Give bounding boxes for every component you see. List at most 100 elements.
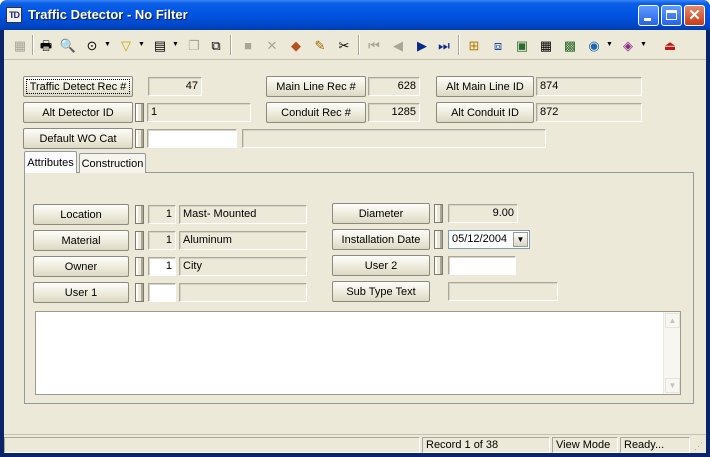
maximize-button[interactable] (661, 5, 682, 26)
memo-textarea[interactable]: ▲ ▼ (35, 311, 681, 395)
lock-icon[interactable] (135, 231, 144, 250)
new-record-dropdown-icon[interactable]: ▼ (172, 41, 179, 48)
lock-icon[interactable] (135, 103, 144, 122)
location-button[interactable]: Location (33, 204, 129, 225)
calculator-icon[interactable]: ▦ (536, 35, 556, 55)
first-record-icon[interactable]: ⏮ (364, 35, 384, 55)
material-button[interactable]: Material (33, 230, 129, 251)
binoculars-dropdown-icon[interactable]: ▼ (104, 41, 111, 48)
sub-type-text-field (448, 282, 558, 301)
default-wo-cat-button[interactable]: Default WO Cat (23, 128, 133, 149)
globe-icon[interactable]: ◉ (584, 35, 604, 55)
hierarchy-icon[interactable]: ⊞ (464, 35, 484, 55)
minimize-icon (644, 18, 651, 21)
books-dropdown-icon[interactable]: ▼ (640, 41, 647, 48)
last-record-icon[interactable]: ⏭ (434, 35, 454, 55)
user1-code-field[interactable] (148, 283, 176, 302)
tab-attributes[interactable]: Attributes (24, 151, 77, 173)
alt-conduit-id-button[interactable]: Alt Conduit ID (436, 102, 534, 123)
lock-icon[interactable] (434, 204, 443, 223)
save-icon[interactable]: ■ (238, 35, 258, 55)
lock-icon[interactable] (434, 256, 443, 275)
user2-button[interactable]: User 2 (332, 255, 430, 276)
installation-date-button[interactable]: Installation Date (332, 229, 430, 250)
toolbar-separator (458, 35, 460, 55)
alt-conduit-id-field: 872 (536, 103, 642, 122)
edit-icon[interactable]: ✎ (310, 35, 330, 55)
minimize-button[interactable] (638, 5, 659, 26)
user2-field[interactable] (448, 256, 516, 275)
user1-button[interactable]: User 1 (33, 282, 129, 303)
main-line-rec-button[interactable]: Main Line Rec # (266, 76, 366, 97)
location-code-field[interactable]: 1 (148, 205, 176, 224)
cut-icon[interactable]: ✂ (334, 35, 354, 55)
binoculars-icon[interactable]: ⊙ (82, 35, 102, 55)
scroll-up-icon[interactable]: ▲ (665, 313, 680, 328)
exit-icon[interactable]: ⏏ (660, 35, 680, 55)
alt-detector-id-button[interactable]: Alt Detector ID (23, 102, 133, 123)
traffic-detect-rec-field: 47 (148, 77, 202, 96)
grid-icon[interactable]: ▦ (10, 35, 30, 55)
scroll-down-icon[interactable]: ▼ (665, 378, 680, 393)
next-record-icon[interactable]: ▶ (412, 35, 432, 55)
status-pane-empty (4, 437, 420, 453)
app-icon[interactable]: TD (6, 7, 22, 23)
user1-text-field (179, 283, 307, 302)
owner-button[interactable]: Owner (33, 256, 129, 277)
material-code-field[interactable]: 1 (148, 231, 176, 250)
spatial-icon[interactable]: ◆ (286, 35, 306, 55)
lock-icon[interactable] (434, 230, 443, 249)
delete-icon[interactable]: ✕ (262, 35, 282, 55)
filter-icon[interactable]: ▽ (116, 35, 136, 55)
toolbar-separator (358, 35, 360, 55)
copy-icon[interactable]: ❐ (184, 35, 204, 55)
location-text-field: Mast- Mounted (179, 205, 307, 224)
previous-record-icon[interactable]: ◀ (388, 35, 408, 55)
installation-date-picker[interactable]: 05/12/2004 ▼ (448, 230, 530, 249)
status-record-count: Record 1 of 38 (422, 437, 550, 453)
material-text-field: Aluminum (179, 231, 307, 250)
sub-type-text-button[interactable]: Sub Type Text (332, 281, 430, 302)
map-view-icon[interactable]: ▩ (560, 35, 580, 55)
close-button[interactable]: ✕ (684, 5, 705, 26)
form-client-area: ▦ 🖶 🔍 ⊙ ▼ ▽ ▼ ▤ ▼ ❐ ⧉ ■ ✕ ◆ ✎ ✂ ⏮ ◀ ▶ ⏭ … (4, 30, 706, 453)
conduit-rec-field: 1285 (368, 103, 420, 122)
default-wo-cat-field[interactable] (147, 129, 237, 148)
filter-dropdown-icon[interactable]: ▼ (138, 41, 145, 48)
status-bar: Record 1 of 38 View Mode Ready... ⋰ (4, 434, 706, 453)
lock-icon[interactable] (135, 283, 144, 302)
installation-date-value: 05/12/2004 (452, 233, 508, 245)
maximize-icon (666, 10, 677, 20)
books-icon[interactable]: ◈ (618, 35, 638, 55)
memo-scrollbar[interactable]: ▲ ▼ (663, 312, 680, 394)
close-icon: ✕ (688, 7, 701, 24)
lock-icon[interactable] (135, 257, 144, 276)
toolbar-separator (32, 35, 34, 55)
lock-icon[interactable] (135, 129, 144, 148)
tab-construction[interactable]: Construction (79, 153, 146, 173)
title-bar[interactable]: TD Traffic Detector - No Filter ✕ (0, 0, 710, 30)
alt-main-line-id-field: 874 (536, 77, 642, 96)
alt-detector-id-field[interactable]: 1 (147, 103, 251, 122)
alt-main-line-id-button[interactable]: Alt Main Line ID (436, 76, 534, 97)
print-preview-icon[interactable]: 🔍 (58, 35, 78, 55)
toolbar-separator (230, 35, 232, 55)
diameter-field[interactable]: 9.00 (448, 204, 518, 223)
default-wo-cat-description (242, 129, 546, 148)
owner-code-field[interactable]: 1 (148, 257, 176, 276)
diameter-button[interactable]: Diameter (332, 203, 430, 224)
chevron-down-icon[interactable]: ▼ (513, 232, 528, 247)
window-title: Traffic Detector - No Filter (28, 7, 188, 22)
traffic-detect-rec-button[interactable]: Traffic Detect Rec # (23, 76, 133, 97)
globe-dropdown-icon[interactable]: ▼ (606, 41, 613, 48)
map-icon[interactable]: ▣ (512, 35, 532, 55)
application-window: TD Traffic Detector - No Filter ✕ ▦ 🖶 🔍 … (0, 0, 710, 457)
status-state: Ready... (620, 437, 690, 453)
paste-icon[interactable]: ⧉ (206, 35, 226, 55)
lock-icon[interactable] (135, 205, 144, 224)
relate-icon[interactable]: ⧈ (488, 35, 508, 55)
conduit-rec-button[interactable]: Conduit Rec # (266, 102, 366, 123)
new-record-icon[interactable]: ▤ (150, 35, 170, 55)
resize-grip-icon[interactable]: ⋰ (694, 441, 704, 451)
print-icon[interactable]: 🖶 (36, 35, 56, 55)
